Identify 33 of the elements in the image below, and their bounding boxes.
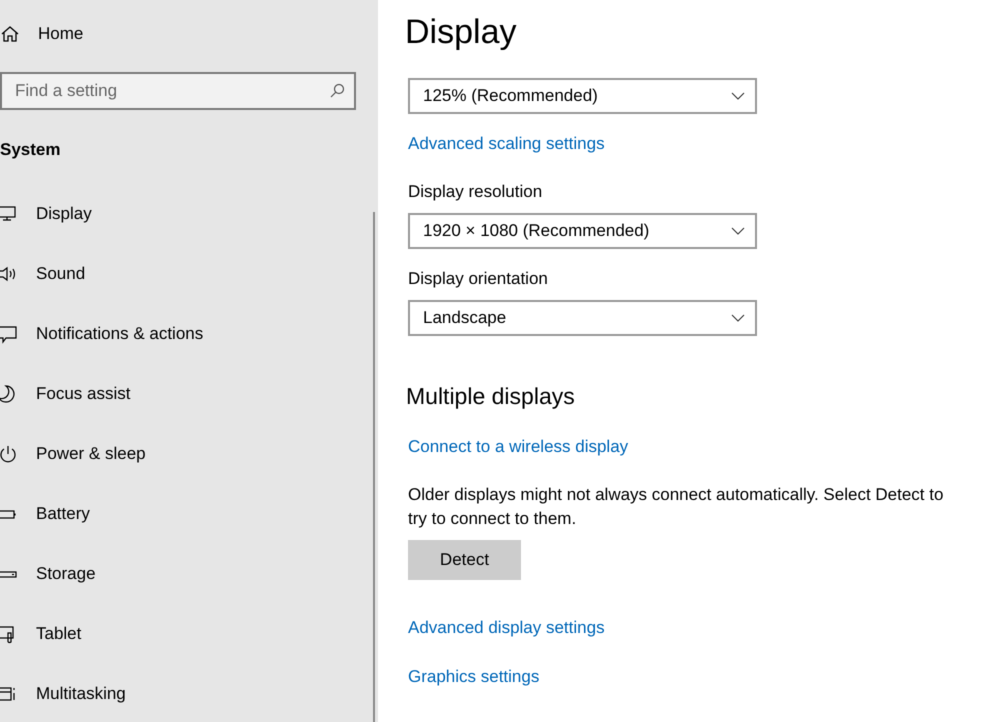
chevron-down-icon — [731, 314, 745, 322]
settings-link[interactable]: Advanced display settings — [408, 617, 605, 639]
section-heading: Multiple displays — [406, 382, 575, 410]
sidebar-item[interactable]: Focus assist — [0, 382, 378, 406]
search-field[interactable]: Find a setting — [0, 72, 356, 110]
settings-link[interactable]: Graphics settings — [408, 666, 540, 688]
page-title: Display — [405, 12, 516, 52]
home-icon — [0, 24, 20, 44]
chevron-down-icon — [731, 227, 745, 235]
wireless-display-link[interactable]: Connect to a wireless display — [408, 436, 628, 458]
scale-dropdown[interactable]: 125% (Recommended) — [408, 78, 757, 114]
sidebar-item[interactable]: Sound — [0, 262, 378, 286]
section-heading: System — [0, 140, 62, 161]
advanced-scaling-link[interactable]: Advanced scaling settings — [408, 133, 605, 155]
sidebar-item[interactable]: Storage — [0, 562, 378, 586]
resolution-label: Display resolution — [408, 181, 542, 203]
speech-bubble-icon — [0, 324, 18, 344]
sidebar-item[interactable]: Tablet — [0, 622, 378, 646]
power-icon — [0, 444, 18, 464]
resolution-dropdown[interactable]: 1920 × 1080 (Recommended) — [408, 213, 757, 249]
sidebar-item[interactable]: Power & sleep — [0, 442, 378, 466]
search-icon — [329, 83, 345, 99]
orientation-dropdown[interactable]: Landscape — [408, 300, 757, 336]
sidebar-item[interactable]: Multitasking — [0, 682, 378, 706]
detect-description: Older displays might not always connect automatically. Select Detect to try to connect to them. — [408, 484, 944, 530]
orientation-label: Display orientation — [408, 268, 548, 290]
detect-button[interactable]: Detect — [408, 540, 521, 580]
chevron-down-icon — [731, 92, 745, 100]
home-nav-item[interactable]: Home — [0, 22, 378, 46]
sidebar-item[interactable]: Notifications & actions — [0, 322, 378, 346]
sidebar-item[interactable]: Display — [0, 202, 378, 226]
sidebar-item[interactable]: Battery — [0, 502, 378, 526]
speaker-icon — [0, 264, 18, 284]
